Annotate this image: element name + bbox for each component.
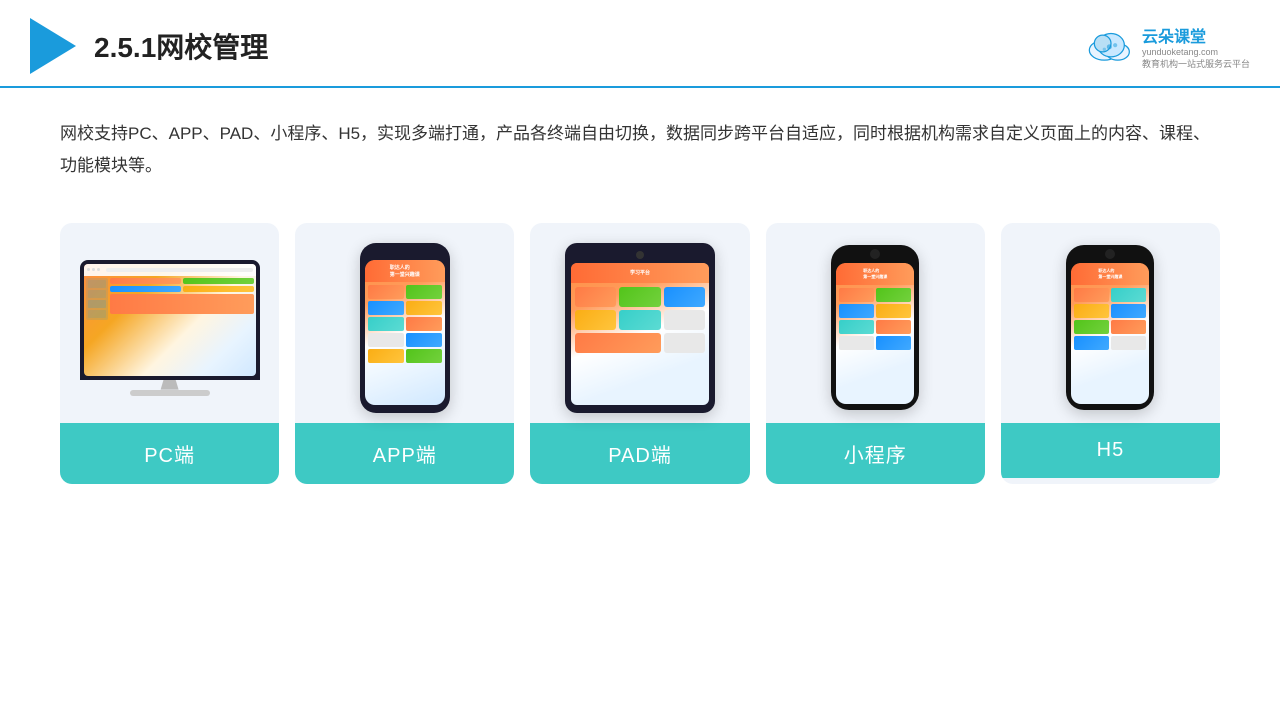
miniprogram-phone-mockup: 职达人的第一堂兴趣课 (831, 245, 919, 410)
pc-screen (80, 260, 260, 380)
card-miniprogram-label: 小程序 (766, 423, 985, 484)
card-h5-label: H5 (1001, 423, 1220, 478)
header-right: 云朵课堂 yunduoketang.com 教育机构一站式服务云平台 (1086, 23, 1250, 70)
tablet-home-btn (636, 251, 644, 259)
pad-tablet-mockup: 学习平台 (565, 243, 715, 413)
phone-camera-h5 (1105, 249, 1115, 259)
card-miniprogram: 职达人的第一堂兴趣课 (766, 223, 985, 484)
h5-phone-mockup: 职达人的第一堂兴趣课 (1066, 245, 1154, 410)
pc-device-mockup (80, 260, 260, 396)
card-miniprogram-image: 职达人的第一堂兴趣课 (766, 223, 985, 423)
logo-triangle-icon (30, 18, 76, 74)
page-header: 2.5.1网校管理 云朵课堂 yunduoketang.com 教育机构一站式服… (0, 0, 1280, 88)
card-pc-label: PC端 (60, 423, 279, 484)
app-phone-mockup: 职达人的第一堂兴趣课 (360, 243, 450, 413)
brand-tagline-1: 教育机构一站式服务云平台 (1142, 57, 1250, 70)
tablet-screen: 学习平台 (571, 263, 709, 405)
card-pc-image (60, 223, 279, 423)
pc-screen-inner (84, 264, 256, 376)
card-h5-image: 职达人的第一堂兴趣课 (1001, 223, 1220, 423)
miniprogram-screen: 职达人的第一堂兴趣课 (836, 263, 914, 404)
cards-container: PC端 职达人的第一堂兴趣课 (0, 203, 1280, 514)
header-left: 2.5.1网校管理 (30, 18, 268, 74)
phone-screen: 职达人的第一堂兴趣课 (365, 260, 445, 405)
card-app-label: APP端 (295, 423, 514, 484)
page-title: 2.5.1网校管理 (94, 26, 268, 66)
card-app-image: 职达人的第一堂兴趣课 (295, 223, 514, 423)
description-section: 网校支持PC、APP、PAD、小程序、H5，实现多端打通，产品各终端自由切换，数… (0, 88, 1280, 203)
card-app: 职达人的第一堂兴趣课 (295, 223, 514, 484)
phone-camera (870, 249, 880, 259)
pc-neck (160, 380, 180, 390)
pc-base (130, 390, 210, 396)
brand-url: yunduoketang.com (1142, 47, 1250, 57)
card-pc: PC端 (60, 223, 279, 484)
h5-screen: 职达人的第一堂兴趣课 (1071, 263, 1149, 404)
card-h5: 职达人的第一堂兴趣课 (1001, 223, 1220, 484)
brand-text-group: 云朵课堂 yunduoketang.com 教育机构一站式服务云平台 (1142, 23, 1250, 70)
card-pad-image: 学习平台 (530, 223, 749, 423)
card-pad-label: PAD端 (530, 423, 749, 484)
brand-name: 云朵课堂 (1142, 23, 1250, 47)
card-pad: 学习平台 PAD端 (530, 223, 749, 484)
brand-logo: 云朵课堂 yunduoketang.com 教育机构一站式服务云平台 (1086, 23, 1250, 70)
cloud-icon (1086, 28, 1136, 64)
description-text: 网校支持PC、APP、PAD、小程序、H5，实现多端打通，产品各终端自由切换，数… (60, 118, 1220, 183)
phone-notch (390, 251, 420, 257)
